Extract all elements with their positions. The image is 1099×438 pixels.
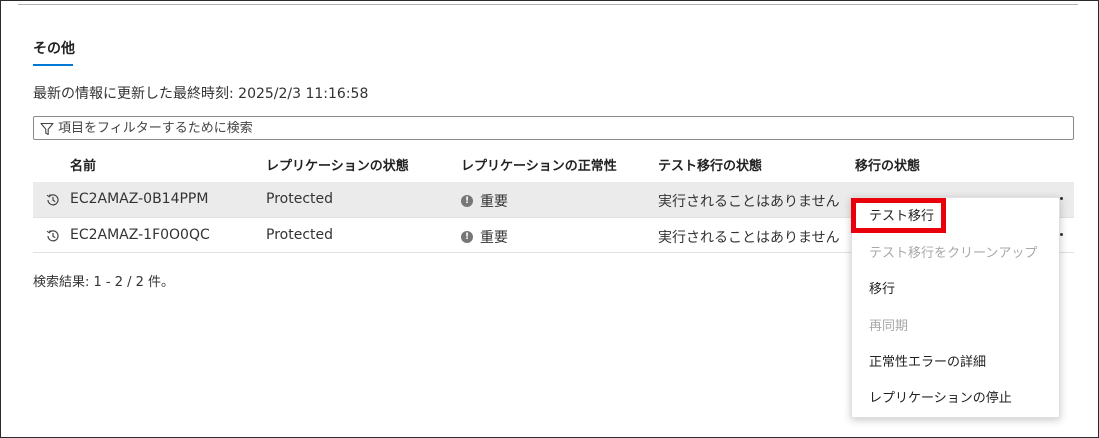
search-input[interactable] (54, 120, 958, 136)
menu-item-stop-replication[interactable]: レプリケーションの停止 (852, 381, 1059, 417)
row-test-migration-status: 実行されることはありません (658, 194, 840, 210)
filter-box[interactable] (33, 116, 1074, 140)
column-header-migration-status[interactable]: 移行の状態 (855, 155, 920, 174)
column-header-name[interactable]: 名前 (70, 155, 96, 174)
menu-item-cleanup-test-migration: テスト移行をクリーンアップ (869, 246, 1038, 261)
result-count: 検索結果: 1 - 2 / 2 件。 (33, 275, 175, 290)
column-header-replication-health[interactable]: レプリケーションの正常性 (461, 155, 617, 174)
history-icon (46, 192, 60, 206)
row-name[interactable]: EC2AMAZ-0B14PPM (70, 191, 208, 207)
column-header-replication-status[interactable]: レプリケーションの状態 (266, 155, 409, 174)
row-health: ! 重要 (461, 227, 508, 247)
row-test-migration-status: 実行されることはありません (658, 230, 840, 246)
tab-active-indicator (33, 64, 73, 66)
row-replication-status: Protected (266, 191, 333, 207)
warning-icon: ! (461, 195, 473, 207)
top-divider (18, 4, 1078, 5)
history-icon (46, 228, 60, 242)
row-name[interactable]: EC2AMAZ-1F0O0QC (70, 227, 210, 243)
more-actions-icon[interactable] (1060, 233, 1063, 236)
row-health: ! 重要 (461, 191, 508, 211)
more-actions-icon[interactable] (1060, 197, 1063, 200)
column-header-test-migration-status[interactable]: テスト移行の状態 (658, 155, 762, 174)
menu-item-resync: 再同期 (869, 319, 909, 334)
row-health-label: 重要 (480, 194, 508, 210)
menu-item-health-error-details[interactable]: 正常性エラーの詳細 (852, 345, 1059, 381)
warning-icon: ! (461, 231, 473, 243)
menu-item-migrate[interactable]: 移行 (852, 272, 1059, 308)
filter-icon (40, 121, 54, 136)
tab-other[interactable]: その他 (33, 38, 75, 58)
row-health-label: 重要 (480, 230, 508, 246)
row-replication-status: Protected (266, 227, 333, 243)
highlight-box (851, 198, 946, 233)
last-refresh-text: 最新の情報に更新した最終時刻: 2025/2/3 11:16:58 (33, 86, 369, 102)
